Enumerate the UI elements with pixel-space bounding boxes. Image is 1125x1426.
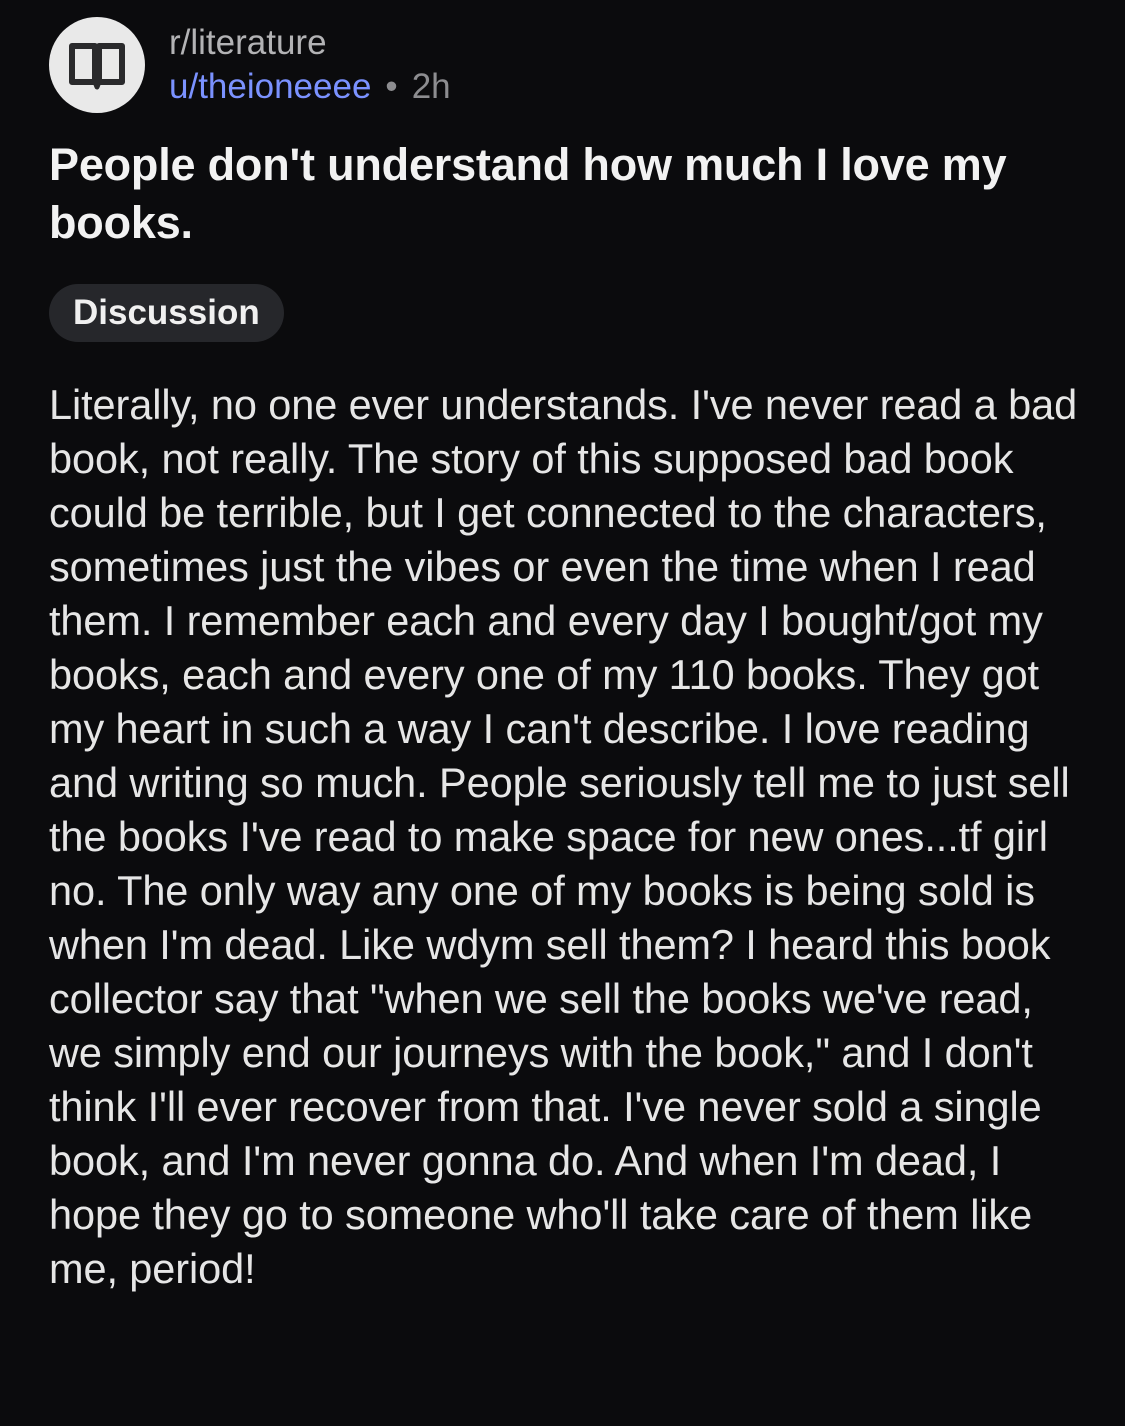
flair-badge[interactable]: Discussion [49, 284, 284, 342]
subreddit-name[interactable]: r/literature [169, 21, 451, 65]
byline: u/theioneeee • 2h [169, 65, 451, 109]
post-header: r/literature u/theioneeee • 2h [49, 10, 1089, 120]
subreddit-avatar[interactable] [49, 17, 145, 113]
separator-dot: • [385, 67, 398, 106]
post-age: 2h [411, 67, 451, 106]
post-body: Literally, no one ever understands. I've… [49, 381, 1078, 1292]
author-username[interactable]: u/theioneeee [169, 65, 371, 109]
post-title[interactable]: People don't understand how much I love … [49, 136, 1089, 252]
post-meta: r/literature u/theioneeee • 2h [169, 21, 451, 109]
post: r/literature u/theioneeee • 2h People do… [49, 10, 1089, 1296]
open-book-icon [68, 40, 126, 90]
